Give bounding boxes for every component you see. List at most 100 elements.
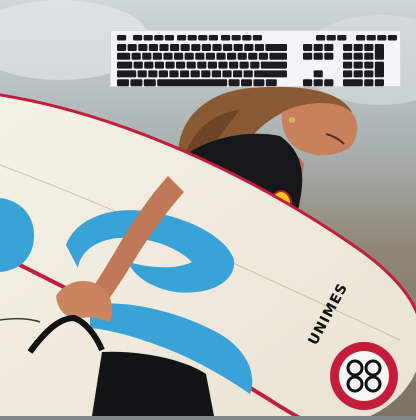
- keyboard-key: [184, 52, 194, 60]
- keyboard-key: [170, 44, 180, 51]
- keyboard-key: [324, 79, 334, 87]
- keyboard-key: [201, 70, 211, 78]
- keyboard-key: [242, 35, 252, 41]
- keyboard-key: [364, 79, 374, 87]
- keyboard-key: [131, 52, 141, 60]
- keyboard-key: [243, 70, 253, 78]
- keyboard-key: [152, 52, 162, 60]
- keyboard-key: [154, 61, 164, 69]
- keyboard-key: [117, 61, 133, 69]
- keyboard-key: [324, 52, 334, 60]
- keyboard-key: [212, 44, 222, 51]
- keyboard-key: [205, 52, 215, 60]
- earring: [289, 117, 295, 123]
- keyboard-key: [248, 52, 258, 60]
- keyboard-key: [169, 70, 179, 78]
- keyboard-key: [364, 70, 374, 78]
- keyboard-key: [180, 70, 190, 78]
- keyboard-key: [221, 35, 231, 41]
- keyboard-key: [207, 61, 217, 69]
- keyboard-key: [223, 44, 233, 51]
- keyboard-key: [143, 35, 153, 41]
- keyboard-key: [117, 35, 127, 41]
- keyboard-key: [133, 35, 143, 41]
- keyboard-key: [154, 35, 164, 41]
- keyboard-key: [142, 52, 152, 60]
- keyboard-key: [337, 35, 347, 41]
- keyboard-key: [176, 61, 186, 69]
- keyboard-key: [228, 79, 240, 87]
- board-logo-inner: [339, 351, 389, 401]
- keyboard-key: [258, 52, 268, 60]
- keyboard-key: [364, 61, 374, 69]
- keyboard-key: [208, 35, 218, 41]
- keyboard-key: [303, 52, 313, 60]
- keyboard-key: [127, 44, 137, 51]
- keyboard-key: [366, 35, 376, 41]
- keyboard-key: [177, 35, 187, 41]
- keyboard-key: [241, 79, 252, 87]
- keyboard-key: [195, 52, 205, 60]
- keyboard-key: [174, 52, 184, 60]
- keyboard-key: [303, 44, 313, 51]
- keyboard-key: [265, 79, 277, 87]
- keyboard-keys: [117, 35, 397, 87]
- keyboard-key: [197, 61, 207, 69]
- keyboard-key: [201, 44, 211, 51]
- keyboard-key: [254, 44, 264, 51]
- keyboard-key: [374, 61, 384, 78]
- keyboard-key: [343, 52, 353, 60]
- keyboard-key: [164, 35, 174, 41]
- keyboard-key: [313, 44, 323, 51]
- keyboard-key: [198, 35, 208, 41]
- keyboard-key: [374, 44, 384, 60]
- keyboard-key: [233, 70, 243, 78]
- keyboard-key: [187, 35, 197, 41]
- keyboard-key: [190, 70, 200, 78]
- keyboard-key: [343, 44, 353, 51]
- keyboard-key: [250, 61, 260, 69]
- keyboard-key: [303, 79, 313, 87]
- keyboard-key: [265, 44, 287, 51]
- keyboard-key: [186, 61, 196, 69]
- keyboard-key: [231, 35, 241, 41]
- keyboard-key: [218, 61, 228, 69]
- keyboard-key: [237, 52, 247, 60]
- keyboard-key: [191, 44, 201, 51]
- keyboard-key: [158, 70, 168, 78]
- keyboard-key: [253, 79, 265, 87]
- keyboard-key: [117, 70, 137, 78]
- keyboard-key: [353, 52, 363, 60]
- keyboard-key: [353, 61, 363, 69]
- keyboard-key: [269, 52, 287, 60]
- keyboard-key: [324, 44, 334, 51]
- keyboard-key: [130, 79, 143, 87]
- keyboard-key: [353, 44, 363, 51]
- keyboard-key: [180, 44, 190, 51]
- keyboard-key: [148, 70, 158, 78]
- keyboard-key: [313, 52, 323, 60]
- keyboard-key: [353, 70, 363, 78]
- keyboard-key: [159, 44, 169, 51]
- keyboard-key: [233, 44, 243, 51]
- keyboard-key: [227, 52, 237, 60]
- keyboard-key: [343, 61, 353, 69]
- keyboard-key: [260, 61, 287, 69]
- keyboard-key: [117, 79, 129, 87]
- keyboard-key: [222, 70, 232, 78]
- keyboard-key: [137, 70, 147, 78]
- keyboard-key: [117, 52, 131, 60]
- keyboard-key: [387, 35, 397, 41]
- keyboard-key: [313, 79, 323, 87]
- keyboard-key: [244, 44, 254, 51]
- keyboard-key: [239, 61, 249, 69]
- keyboard-icon: [110, 30, 401, 87]
- keyboard-key: [138, 44, 148, 51]
- keyboard-key: [165, 61, 175, 69]
- keyboard-key: [216, 52, 226, 60]
- keyboard-key: [343, 70, 353, 78]
- keyboard-key: [252, 35, 262, 41]
- keyboard-key: [377, 35, 387, 41]
- keyboard-key: [313, 70, 323, 78]
- keyboard-key: [148, 44, 158, 51]
